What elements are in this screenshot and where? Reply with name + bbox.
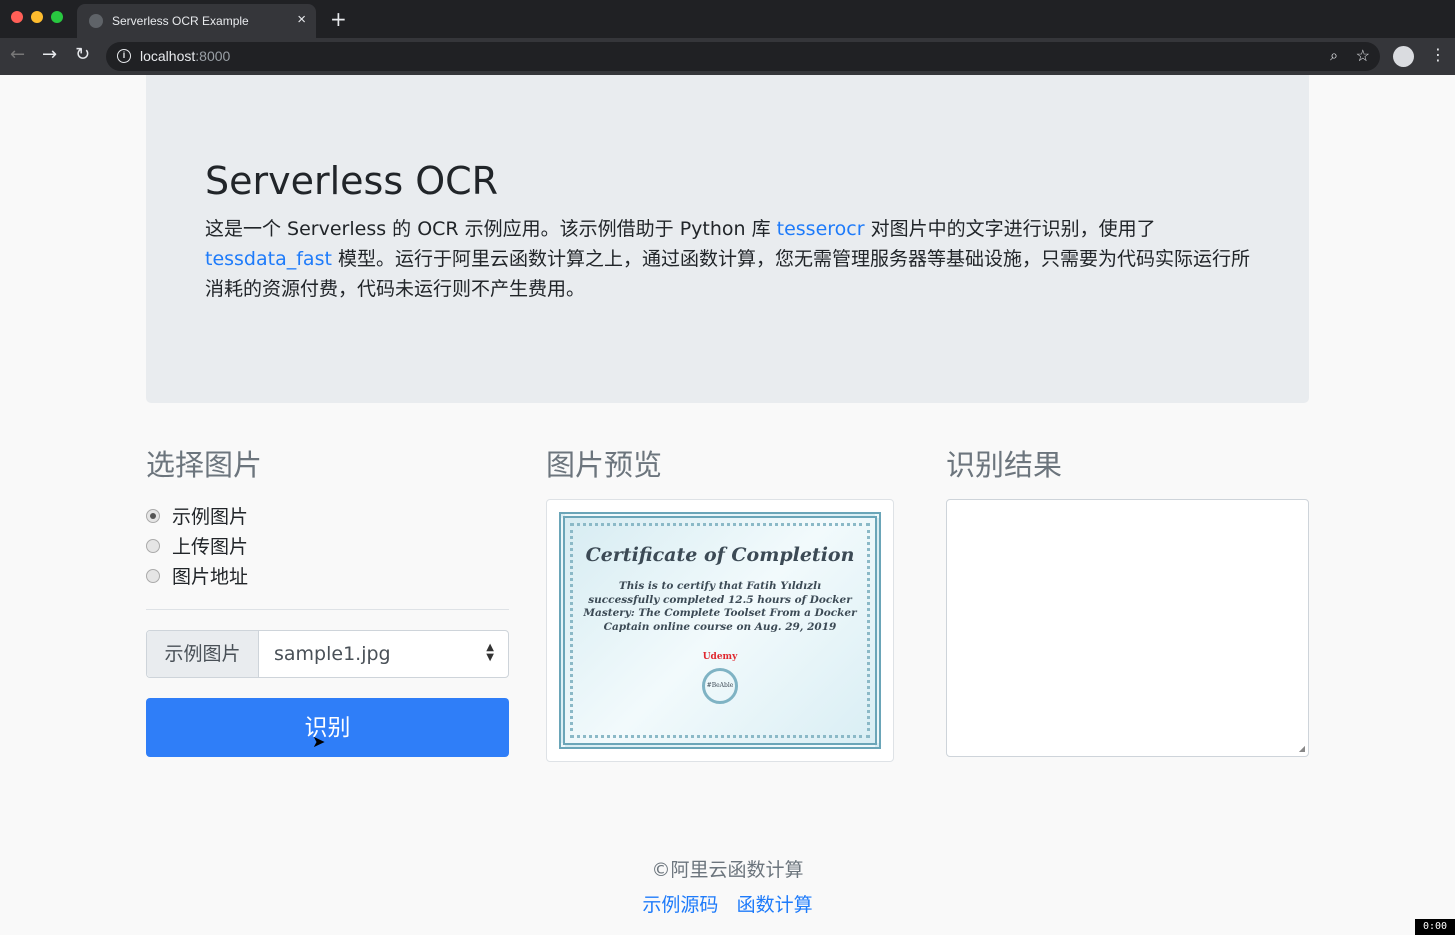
back-icon[interactable]: ←	[10, 44, 25, 65]
certificate-title: Certificate of Completion	[585, 544, 855, 566]
source-code-link[interactable]: 示例源码	[642, 894, 718, 916]
select-prefix-label: 示例图片	[147, 631, 259, 677]
radio-label: 上传图片	[172, 536, 249, 558]
tab-title: Serverless OCR Example	[112, 14, 249, 28]
radio-button[interactable]	[146, 568, 160, 583]
new-tab-button[interactable]: +	[330, 7, 347, 31]
sample-image-select[interactable]: 示例图片 sample1.jpg ▲ ▼	[146, 630, 509, 678]
forward-icon[interactable]: →	[42, 44, 57, 65]
intro-part: 模型。运行于阿里云函数计算之上，通过函数计算，您无需管理服务器等基础设施，只需要…	[205, 248, 1250, 300]
page-title: Serverless OCR	[205, 159, 499, 203]
result-heading: 识别结果	[946, 448, 1063, 482]
browser-toolbar: ← → ↻ i localhost:8000 ⌕ ☆ ⋮	[0, 38, 1455, 75]
intro-part: 对图片中的文字进行识别，使用了	[864, 218, 1156, 240]
preview-heading: 图片预览	[546, 448, 663, 482]
radio-button[interactable]	[146, 538, 160, 553]
info-icon[interactable]: i	[117, 49, 131, 63]
certificate-body: This is to certify that Fatih Yıldızlı s…	[583, 580, 857, 633]
seal: #BeAble	[702, 668, 738, 704]
jumbotron: Serverless OCR 这是一个 Serverless 的 OCR 示例应…	[146, 75, 1309, 403]
recognize-button[interactable]: 识别	[146, 698, 509, 757]
minimize-window-button[interactable]	[31, 11, 43, 23]
tesserocr-link[interactable]: tesserocr	[777, 218, 865, 240]
mouse-cursor-icon: ➤	[312, 732, 326, 751]
function-compute-link[interactable]: 函数计算	[737, 894, 813, 916]
intro-text: 这是一个 Serverless 的 OCR 示例应用。该示例借助于 Python…	[205, 214, 1265, 304]
divider	[146, 609, 509, 610]
recording-timer-badge: 0:00	[1415, 919, 1455, 935]
browser-tab-strip: Serverless OCR Example × +	[0, 0, 1455, 38]
reload-icon[interactable]: ↻	[75, 44, 90, 65]
radio-sample-image[interactable]: 示例图片	[146, 502, 248, 529]
browser-tab[interactable]: Serverless OCR Example ×	[77, 4, 316, 38]
select-image-heading: 选择图片	[146, 448, 263, 482]
zoom-icon[interactable]: ⌕	[1330, 47, 1338, 64]
maximize-window-button[interactable]	[51, 11, 63, 23]
globe-icon	[89, 14, 103, 28]
selected-value[interactable]: sample1.jpg	[274, 631, 391, 677]
menu-dots-icon[interactable]: ⋮	[1430, 45, 1446, 64]
intro-part: 这是一个 Serverless 的 OCR 示例应用。该示例借助于 Python…	[205, 218, 777, 240]
url-port: :8000	[195, 48, 231, 64]
udemy-logo: Udemy	[702, 652, 738, 662]
tessdata-link[interactable]: tessdata_fast	[205, 248, 332, 270]
footer-copyright: ©阿里云函数计算	[651, 859, 804, 881]
result-textarea[interactable]: ◢	[946, 499, 1309, 757]
tab-close-icon[interactable]: ×	[297, 11, 306, 28]
select-arrows-icon: ▲ ▼	[486, 642, 494, 663]
footer-links: 示例源码 函数计算	[0, 890, 1455, 917]
profile-avatar[interactable]	[1393, 46, 1414, 67]
radio-label: 图片地址	[172, 566, 249, 588]
radio-image-url[interactable]: 图片地址	[146, 562, 248, 589]
radio-upload-image[interactable]: 上传图片	[146, 532, 248, 559]
close-window-button[interactable]	[11, 11, 23, 23]
radio-button[interactable]	[146, 508, 160, 523]
radio-label: 示例图片	[172, 506, 249, 528]
address-bar[interactable]: i localhost:8000 ⌕ ☆	[106, 42, 1380, 71]
url-host: localhost	[140, 48, 196, 64]
certificate-image: Certificate of Completion This is to cer…	[559, 512, 881, 749]
resize-handle-icon[interactable]: ◢	[1299, 744, 1305, 753]
image-preview: Certificate of Completion This is to cer…	[546, 499, 894, 762]
bookmark-star-icon[interactable]: ☆	[1356, 46, 1370, 66]
